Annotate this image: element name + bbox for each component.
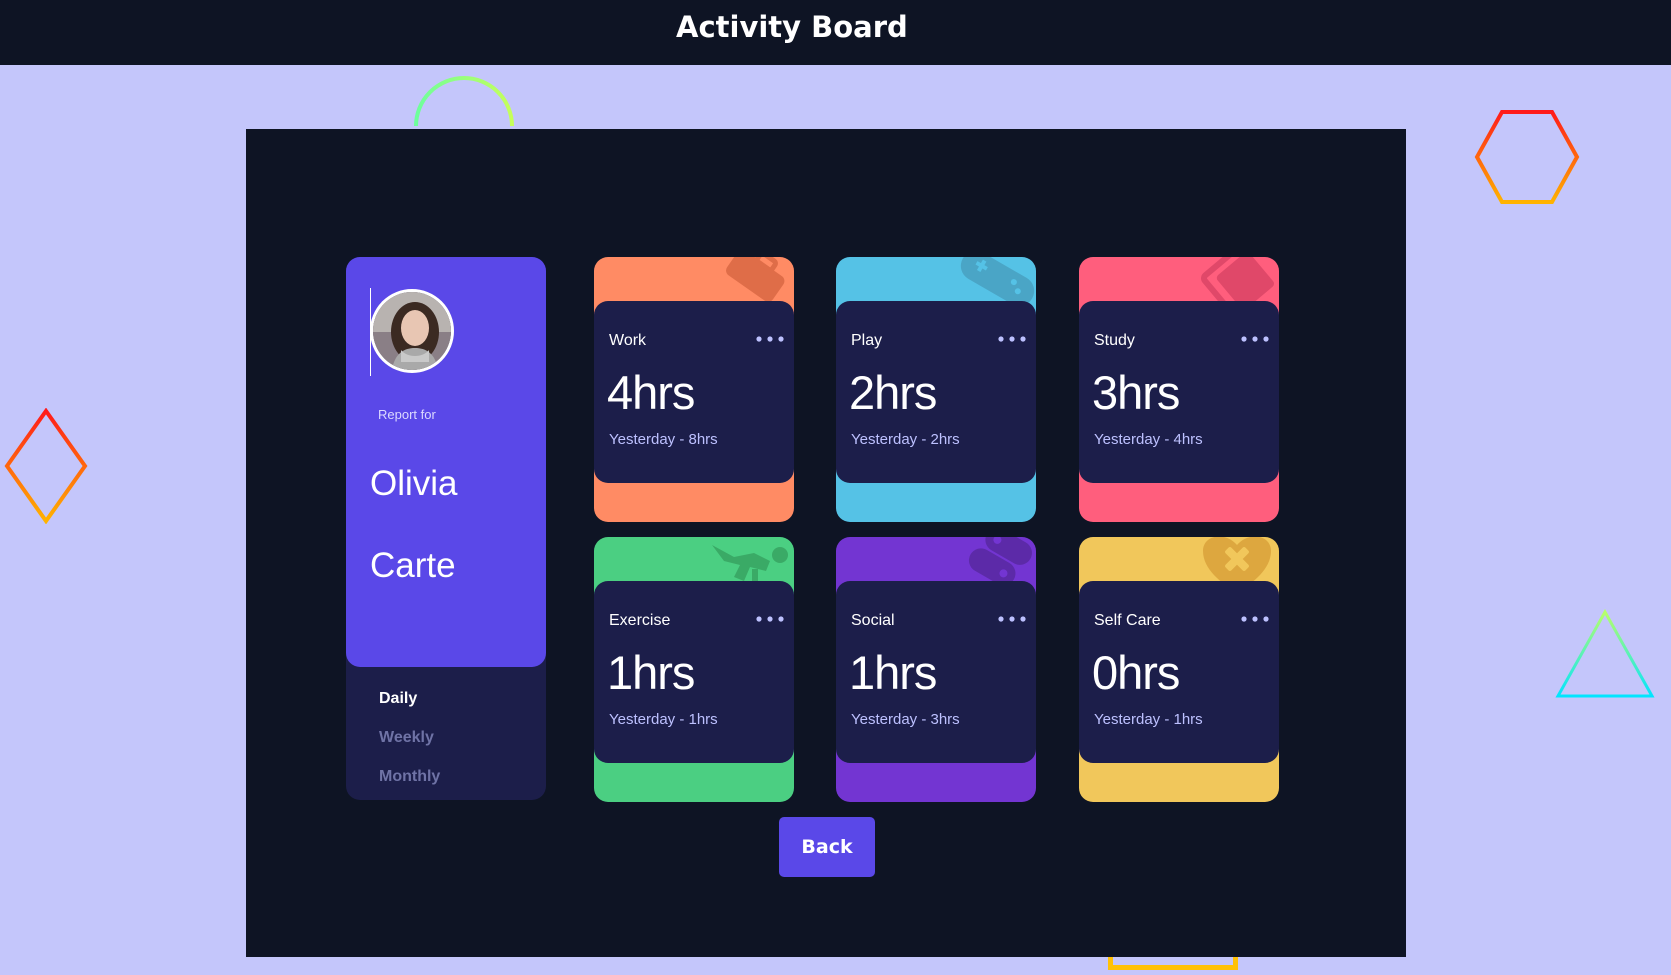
activity-name: Social bbox=[851, 612, 895, 629]
activity-card-body: Play 2hrs Yesterday - 2hrs bbox=[836, 301, 1036, 483]
page-title: Activity Board bbox=[676, 10, 908, 44]
activity-card-exercise[interactable]: Exercise 1hrs Yesterday - 1hrs bbox=[594, 537, 794, 802]
activity-previous: Yesterday - 3hrs bbox=[851, 711, 960, 728]
profile-header: Report for Olivia Carte bbox=[346, 257, 546, 667]
activity-card-body: Work 4hrs Yesterday - 8hrs bbox=[594, 301, 794, 483]
activity-card-social[interactable]: Social 1hrs Yesterday - 3hrs bbox=[836, 537, 1036, 802]
activity-hours: 1hrs bbox=[849, 646, 937, 699]
decorative-triangle bbox=[1555, 608, 1655, 698]
decorative-diamond bbox=[4, 408, 88, 524]
profile-card: Report for Olivia Carte Daily Weekly Mon… bbox=[346, 257, 546, 800]
back-button[interactable]: Back bbox=[779, 817, 875, 877]
decorative-arc bbox=[414, 76, 514, 126]
activity-name: Exercise bbox=[609, 612, 671, 629]
activity-name: Study bbox=[1094, 332, 1135, 349]
activity-previous: Yesterday - 1hrs bbox=[609, 711, 718, 728]
report-for-label: Report for bbox=[378, 407, 436, 422]
more-options-icon[interactable] bbox=[756, 613, 784, 625]
activity-card-play[interactable]: Play 2hrs Yesterday - 2hrs bbox=[836, 257, 1036, 522]
activity-hours: 4hrs bbox=[607, 366, 695, 419]
avatar-image bbox=[373, 292, 451, 370]
user-first-name: Olivia bbox=[370, 464, 458, 503]
avatar bbox=[370, 289, 454, 373]
activity-name: Self Care bbox=[1094, 612, 1161, 629]
activity-previous: Yesterday - 8hrs bbox=[609, 431, 718, 448]
period-weekly[interactable]: Weekly bbox=[379, 729, 434, 747]
activity-previous: Yesterday - 1hrs bbox=[1094, 711, 1203, 728]
activity-previous: Yesterday - 2hrs bbox=[851, 431, 960, 448]
activity-card-self-care[interactable]: Self Care 0hrs Yesterday - 1hrs bbox=[1079, 537, 1279, 802]
more-options-icon[interactable] bbox=[998, 333, 1026, 345]
activity-hours: 2hrs bbox=[849, 366, 937, 419]
activity-hours: 0hrs bbox=[1092, 646, 1180, 699]
activity-card-work[interactable]: Work 4hrs Yesterday - 8hrs bbox=[594, 257, 794, 522]
activity-card-body: Exercise 1hrs Yesterday - 1hrs bbox=[594, 581, 794, 763]
activity-name: Work bbox=[609, 332, 647, 349]
activity-card-body: Self Care 0hrs Yesterday - 1hrs bbox=[1079, 581, 1279, 763]
activity-card-body: Study 3hrs Yesterday - 4hrs bbox=[1079, 301, 1279, 483]
top-bar: Activity Board bbox=[0, 0, 1671, 65]
more-options-icon[interactable] bbox=[998, 613, 1026, 625]
user-last-name: Carte bbox=[370, 546, 456, 585]
activity-card-study[interactable]: Study 3hrs Yesterday - 4hrs bbox=[1079, 257, 1279, 522]
more-options-icon[interactable] bbox=[1241, 333, 1269, 345]
activity-name: Play bbox=[851, 332, 883, 349]
period-daily[interactable]: Daily bbox=[379, 690, 417, 708]
more-options-icon[interactable] bbox=[1241, 613, 1269, 625]
activity-card-body: Social 1hrs Yesterday - 3hrs bbox=[836, 581, 1036, 763]
period-monthly[interactable]: Monthly bbox=[379, 768, 440, 786]
activity-hours: 3hrs bbox=[1092, 366, 1180, 419]
more-options-icon[interactable] bbox=[756, 333, 784, 345]
decorative-hexagon bbox=[1474, 110, 1580, 204]
dashboard-panel: Report for Olivia Carte Daily Weekly Mon… bbox=[246, 129, 1406, 957]
activity-previous: Yesterday - 4hrs bbox=[1094, 431, 1203, 448]
activity-hours: 1hrs bbox=[607, 646, 695, 699]
